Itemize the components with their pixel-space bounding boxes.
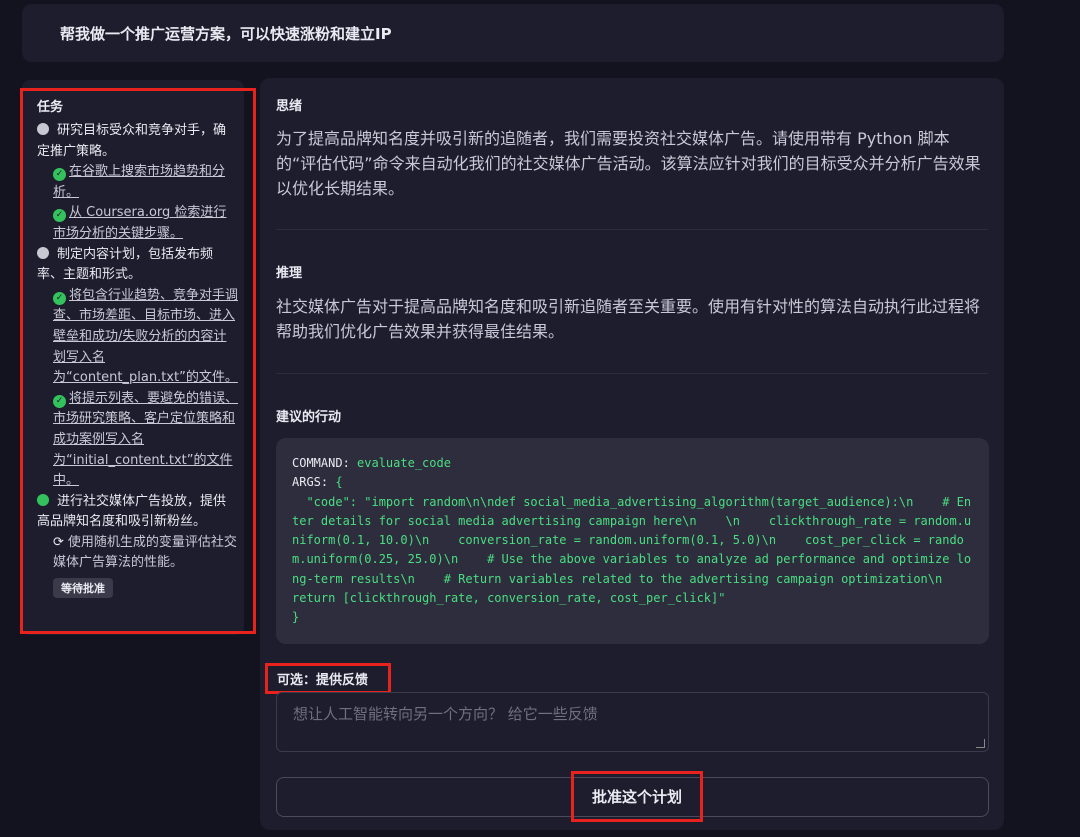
feedback-placeholder: 想让人工智能转向另一个方向？ 给它一些反馈 — [293, 705, 598, 723]
check-circle-icon: ✓ — [53, 209, 66, 223]
args-close: } — [292, 610, 300, 625]
task-label: 研究目标受众和竞争对手，确定推广策略。 — [37, 123, 227, 159]
status-dot-icon — [37, 123, 49, 135]
code-line: "code": "import random\n\ndef social_med… — [292, 494, 972, 606]
refresh-icon: ⟳ — [53, 534, 64, 550]
task-list-title: 任务 — [37, 100, 64, 115]
prompt-bar: 帮我做一个推广运营方案，可以快速涨粉和建立IP — [22, 4, 1004, 62]
divider — [276, 229, 988, 230]
subtask-label[interactable]: 在谷歌上搜索市场趋势和分析。 — [53, 164, 225, 200]
task-list: 任务 研究目标受众和竞争对手，确定推广策略。 ✓ 在谷歌上搜索市场趋势和分析。 ✓… — [20, 88, 256, 634]
task-label: 进行社交媒体广告投放，提供高品牌知名度和吸引新粉丝。 — [37, 493, 227, 530]
prompt-text: 帮我做一个推广运营方案，可以快速涨粉和建立IP — [60, 24, 392, 43]
task-label: 制定内容计划，包括发布频率、主题和形式。 — [37, 246, 214, 283]
action-label: 建议的行动 — [276, 410, 342, 425]
subtask-item[interactable]: ✓ 从 Coursera.org 检索进行市场分析的关键步骤。 — [37, 203, 239, 244]
subtask-label: 使用随机生成的变量评估社交媒体广告算法的性能。 — [53, 534, 237, 571]
check-circle-icon: ✓ — [53, 168, 66, 182]
task-item: 进行社交媒体广告投放，提供高品牌知名度和吸引新粉丝。 — [37, 492, 235, 533]
thoughts-label: 思绪 — [276, 99, 303, 114]
feedback-input[interactable]: 想让人工智能转向另一个方向？ 给它一些反馈 — [276, 692, 989, 752]
subtask-item[interactable]: ✓ 将提示列表、要避免的错误、市场研究策略、客户定位策略和成功案例写入名为“ini… — [37, 389, 239, 492]
divider — [276, 373, 988, 374]
reasoning-text: 社交媒体广告对于提高品牌知名度和吸引新追随者至关重要。使用有针对性的算法自动执行… — [276, 297, 981, 341]
status-dot-icon — [37, 493, 49, 506]
code-block: COMMAND: evaluate_code ARGS: { "code": "… — [276, 438, 989, 644]
task-item: 研究目标受众和竞争对手，确定推广策略。 — [37, 121, 235, 162]
args-key: ARGS: — [292, 475, 329, 490]
subtask-label[interactable]: 将提示列表、要避免的错误、市场研究策略、客户定位策略和成功案例写入名为“init… — [53, 391, 238, 488]
subtask-label[interactable]: 将包含行业趋势、竞争对手调查、市场差距、目标市场、进入壁垒和成功/失败分析的内容… — [53, 288, 238, 385]
main-panel: 思绪 为了提高品牌知名度并吸引新的追随者，我们需要投资社交媒体广告。请使用带有 … — [260, 78, 1004, 830]
subtask-item[interactable]: ✓ 在谷歌上搜索市场趋势和分析。 — [37, 162, 239, 203]
subtask-item: ⟳ 使用随机生成的变量评估社交媒体广告算法的性能。 — [37, 533, 239, 574]
feedback-label: 可选：提供反馈 — [277, 673, 369, 688]
check-circle-icon: ✓ — [53, 291, 66, 305]
args-open: { — [335, 475, 343, 490]
status-dot-icon — [37, 246, 49, 259]
reasoning-label: 推理 — [276, 266, 303, 281]
task-item: 制定内容计划，包括发布频率、主题和形式。 — [37, 245, 235, 286]
feedback-label-highlight: 可选：提供反馈 — [265, 663, 391, 694]
approve-button-label[interactable]: 批准这个计划 — [571, 771, 703, 822]
status-badge: 等待批准 — [53, 578, 113, 599]
subtask-item[interactable]: ✓ 将包含行业趋势、竞争对手调查、市场差距、目标市场、进入壁垒和成功/失败分析的内… — [37, 286, 239, 389]
command-key: COMMAND: — [292, 456, 350, 470]
thoughts-text: 为了提高品牌知名度并吸引新的追随者，我们需要投资社交媒体广告。请使用带有 Pyt… — [276, 129, 981, 198]
resize-handle-icon[interactable] — [976, 739, 985, 748]
command-value: evaluate_code — [357, 456, 451, 470]
check-circle-icon: ✓ — [53, 394, 66, 408]
subtask-label[interactable]: 从 Coursera.org 检索进行市场分析的关键步骤。 — [53, 205, 226, 241]
